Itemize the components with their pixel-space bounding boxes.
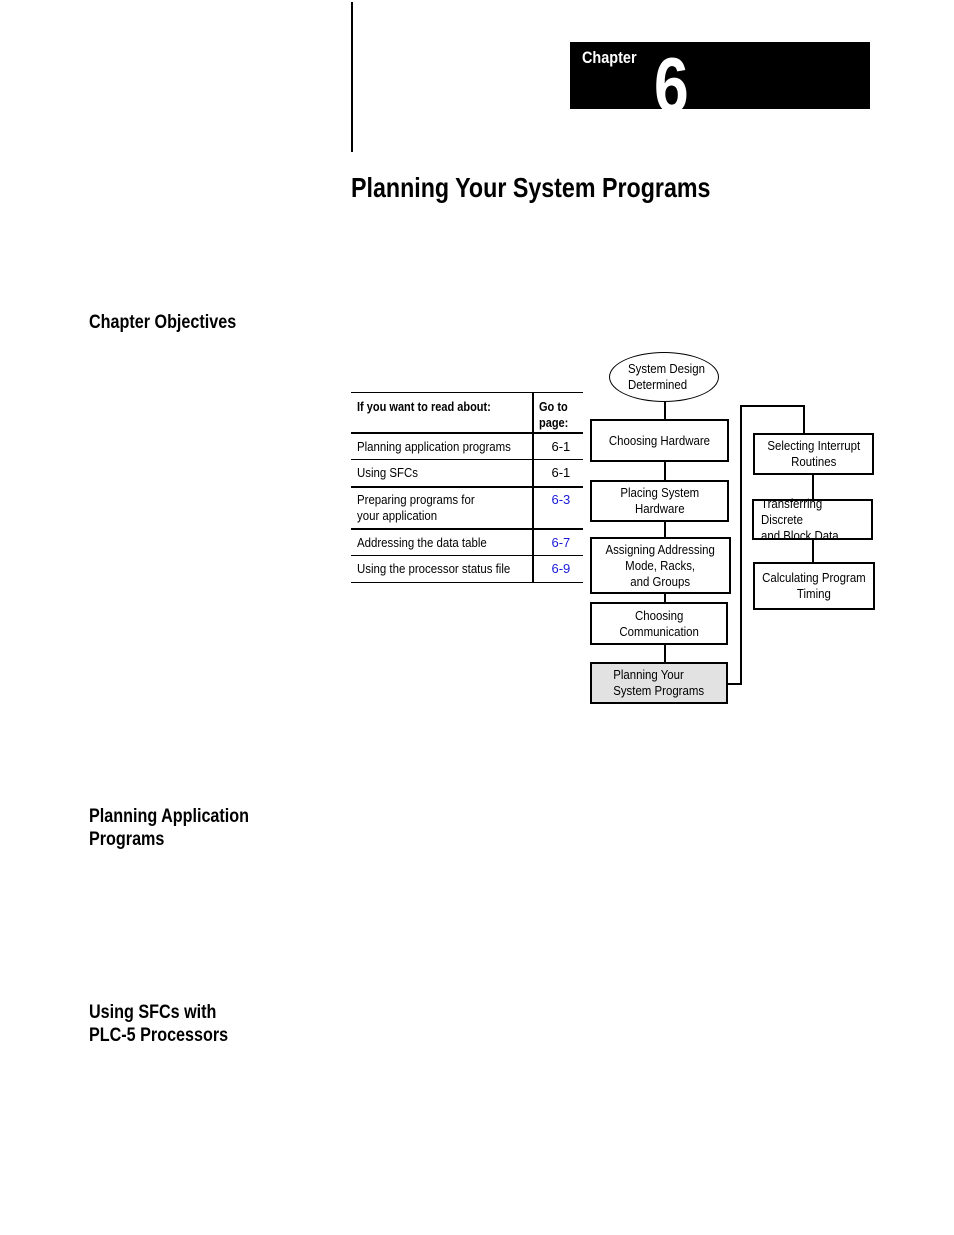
step-planning-system-programs: Planning Your System Programs xyxy=(590,662,728,704)
step-calculating-timing: Calculating Program Timing xyxy=(753,562,875,610)
header-page-line: page: xyxy=(538,416,569,430)
header-topic: If you want to read about: xyxy=(351,392,534,433)
page-link[interactable]: 6-3 xyxy=(539,492,583,507)
chapter-number: 6 xyxy=(654,42,689,109)
row-topic-text: Addressing the data table xyxy=(357,534,487,550)
table-row: Using SFCs 6-1 xyxy=(351,459,583,487)
step-label: Calculating Program Timing xyxy=(762,570,866,601)
row-page: 6-1 xyxy=(533,460,583,487)
row-topic-text: Preparing programs for xyxy=(357,491,475,507)
row-topic-text: Planning application programs xyxy=(357,438,511,454)
heading-line: Chapter Objectives xyxy=(89,312,237,333)
row-page: 6-9 xyxy=(533,556,583,583)
table-row: Preparing programs for your application … xyxy=(351,486,583,529)
table-row: Planning application programs 6-1 xyxy=(351,432,583,460)
step-label: Choosing Hardware xyxy=(608,432,711,448)
table-row: Using the processor status file 6-9 xyxy=(351,555,583,583)
row-topic: Addressing the data table xyxy=(351,528,534,556)
row-topic: Planning application programs xyxy=(351,432,534,460)
row-topic: Using the processor status file xyxy=(351,555,534,583)
table-header-row: If you want to read about: Go to page: xyxy=(351,392,583,433)
connector xyxy=(664,401,666,420)
step-label: Selecting Interrupt Routines xyxy=(767,438,860,469)
row-page: 6-1 xyxy=(533,433,583,460)
row-topic: Preparing programs for your application xyxy=(351,486,534,529)
bracket-connector xyxy=(740,405,742,685)
connector xyxy=(664,644,666,663)
header-page-line: Go to xyxy=(538,400,568,414)
heading-line: Programs xyxy=(89,829,165,850)
step-label: Planning Your System Programs xyxy=(613,667,705,698)
margin-rule xyxy=(351,2,353,152)
page-link[interactable]: 6-7 xyxy=(539,535,583,550)
row-topic-text: Using SFCs xyxy=(357,465,419,480)
step-label: Placing System Hardware xyxy=(620,485,699,516)
objectives-table: If you want to read about: Go to page: P… xyxy=(351,392,583,583)
step-transferring-data: Transferring Discrete and Block Data xyxy=(752,496,873,543)
heading-line: PLC-5 Processors xyxy=(89,1025,229,1046)
header-topic-text: If you want to read about: xyxy=(357,400,491,414)
connector xyxy=(664,521,666,538)
step-assigning-addressing: Assigning Addressing Mode, Racks, and Gr… xyxy=(590,537,731,594)
step-label: Transferring Discrete and Block Data xyxy=(761,495,839,543)
header-page: Go to page: xyxy=(533,393,583,433)
heading-chapter-objectives: Chapter Objectives xyxy=(89,311,236,334)
chapter-label: Chapter xyxy=(582,48,637,67)
heading-planning-application-programs: Planning Application Programs xyxy=(89,805,249,851)
heading-line: Planning Application xyxy=(89,806,250,827)
chapter-banner: Chapter 6 xyxy=(570,42,870,109)
row-page: 6-3 xyxy=(533,487,583,529)
bracket-connector xyxy=(727,683,741,685)
connector xyxy=(803,405,805,434)
page-ref: 6-1 xyxy=(551,438,571,454)
page-title: Planning Your System Programs xyxy=(351,172,711,203)
heading-using-sfcs: Using SFCs with PLC-5 Processors xyxy=(89,1001,228,1047)
table-row: Addressing the data table 6-7 xyxy=(351,528,583,556)
step-label: Assigning Addressing Mode, Racks, and Gr… xyxy=(605,541,716,589)
row-topic-text: your application xyxy=(357,507,438,523)
bracket-connector xyxy=(740,405,805,407)
page-link[interactable]: 6-9 xyxy=(539,561,583,576)
flowchart-start-oval: System Design Determined xyxy=(609,352,719,402)
step-selecting-interrupt-routines: Selecting Interrupt Routines xyxy=(753,433,874,475)
step-choosing-hardware: Choosing Hardware xyxy=(590,419,729,462)
step-choosing-communication: Choosing Communication xyxy=(590,602,728,645)
connector xyxy=(664,461,666,481)
start-label: System Design Determined xyxy=(628,361,705,392)
heading-line: Using SFCs with xyxy=(89,1002,217,1023)
row-topic-text: Using the processor status file xyxy=(357,561,511,576)
row-page: 6-7 xyxy=(533,529,583,556)
page-ref: 6-1 xyxy=(551,465,571,480)
step-label: Choosing Communication xyxy=(619,607,699,639)
step-placing-system-hardware: Placing System Hardware xyxy=(590,480,729,522)
row-topic: Using SFCs xyxy=(351,459,534,487)
